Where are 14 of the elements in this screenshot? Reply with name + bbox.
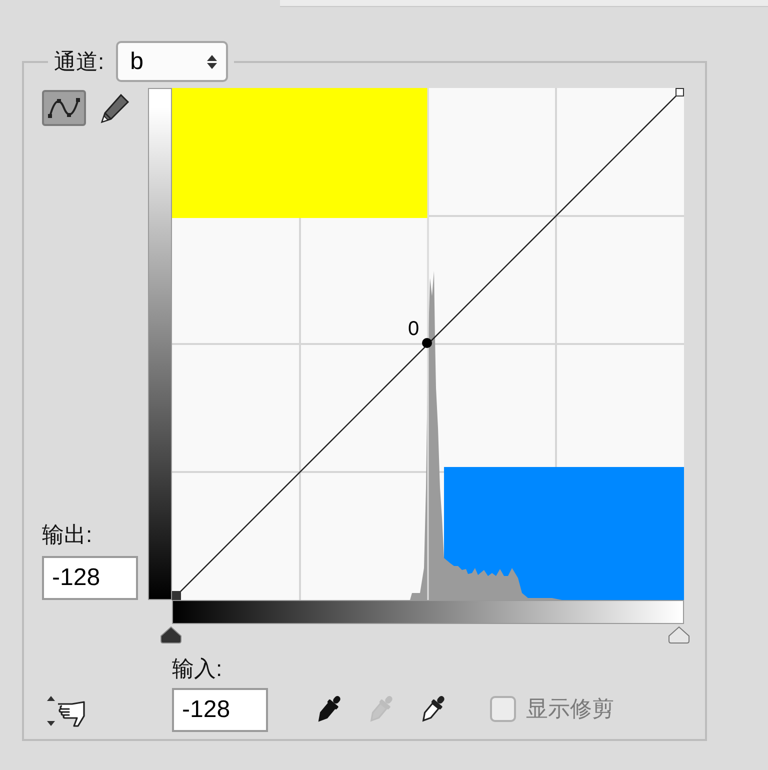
value-field[interactable]: -128: [172, 688, 268, 732]
stepper-arrows-icon: [206, 52, 218, 70]
channel-value: b: [130, 48, 144, 76]
checkbox[interactable]: [490, 696, 516, 722]
show-clipping-label: 显示修剪: [526, 695, 614, 723]
curve-tool-button[interactable]: [42, 90, 86, 126]
point-label: 0: [408, 318, 420, 340]
value-field[interactable]: -128: [42, 556, 138, 600]
input-label: 输入:: [172, 655, 224, 683]
curve-point[interactable]: [422, 338, 432, 348]
output-label: 输出:: [42, 521, 94, 549]
hand-adjust-icon[interactable]: [46, 694, 86, 728]
channel-label: 通道:: [54, 48, 104, 76]
channel-dropdown[interactable]: b: [116, 41, 228, 82]
